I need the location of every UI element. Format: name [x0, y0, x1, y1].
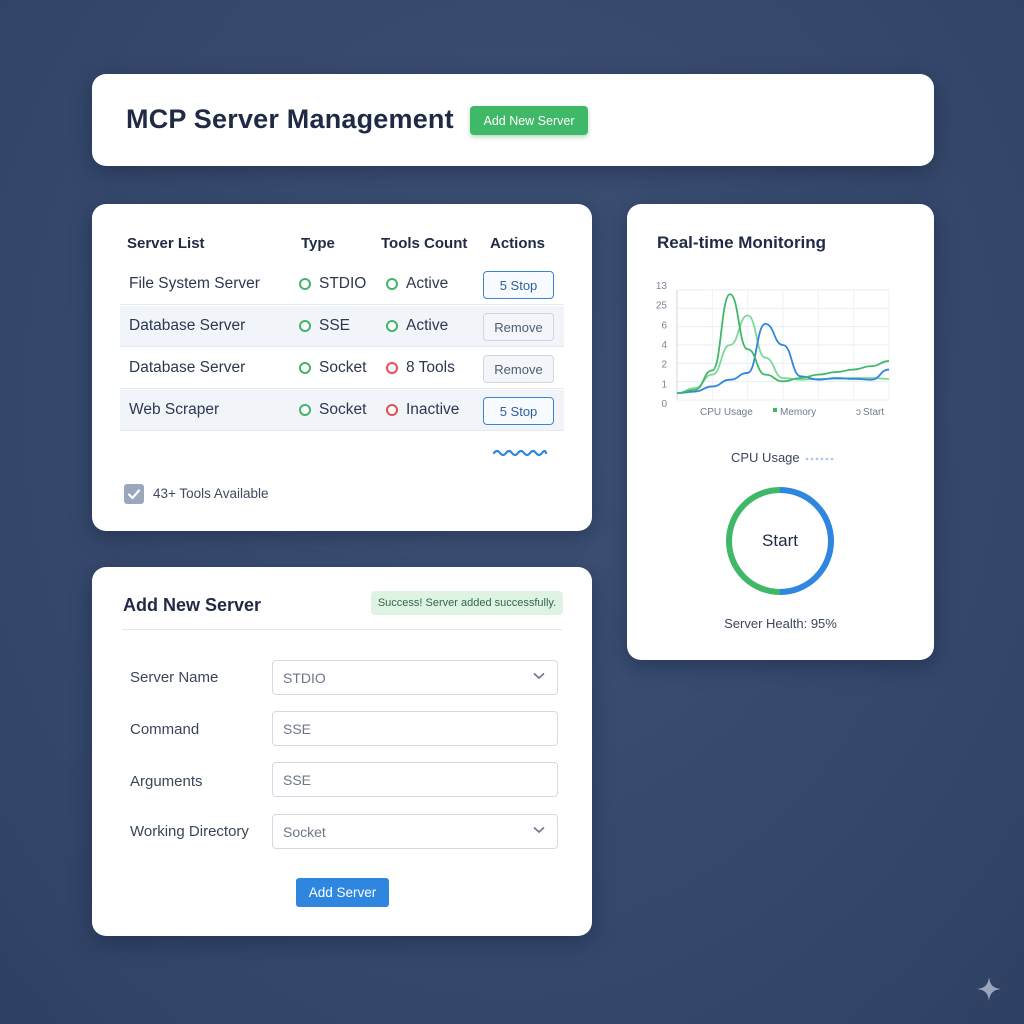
- gauge-label: CPU Usage: [731, 450, 800, 465]
- legend-marker: ɔ: [856, 407, 861, 418]
- server-type: STDIO: [319, 275, 367, 292]
- type-status-dot: [299, 404, 311, 416]
- server-status: Active: [406, 317, 449, 334]
- legend-label: Memory: [780, 407, 816, 418]
- chevron-down-icon: [533, 672, 545, 680]
- row-divider: [120, 388, 564, 389]
- server-type: Socket: [319, 359, 367, 376]
- page-title: MCP Server Management: [126, 104, 454, 134]
- working-directory-label: Working Directory: [130, 823, 249, 840]
- gauge-center-label[interactable]: Start: [724, 485, 836, 597]
- column-header-type: Type: [301, 235, 335, 252]
- y-tick-label: 4: [661, 340, 667, 351]
- y-tick-label: 0: [661, 399, 667, 410]
- tools-status-dot: [386, 404, 398, 416]
- server-status: Active: [406, 275, 449, 292]
- arguments-value: SSE: [283, 772, 312, 788]
- line-chart: 13 25 6 4 2 1 0 CPU Usage Memory ɔ Start: [656, 281, 890, 418]
- y-tick-label: 1: [661, 379, 667, 390]
- header-card: MCP Server Management Add New Server: [92, 74, 934, 166]
- legend-label: Start: [863, 407, 884, 418]
- table-row: Web Scraper Socket Inactive 5 Stop: [120, 390, 564, 431]
- type-status-dot: [299, 278, 311, 290]
- working-directory-value: Socket: [283, 824, 326, 840]
- command-value: SSE: [283, 721, 312, 737]
- success-toast: Success! Server added successfully.: [371, 591, 563, 615]
- table-row: File System Server STDIO Active 5 Stop: [120, 264, 564, 305]
- add-new-server-button[interactable]: Add New Server: [470, 106, 588, 135]
- sparkle-icon: [977, 977, 1001, 1001]
- server-name: Database Server: [129, 317, 246, 334]
- add-server-card: Add New Server Success! Server added suc…: [92, 567, 592, 936]
- y-tick-label: 25: [656, 301, 668, 312]
- column-header-server-list: Server List: [127, 235, 205, 252]
- ellipsis-icon: [805, 457, 834, 461]
- legend-swatch: [773, 408, 777, 412]
- stop-button[interactable]: 5 Stop: [483, 271, 554, 299]
- server-name-label: Server Name: [130, 669, 219, 686]
- type-status-dot: [299, 320, 311, 332]
- tools-available-label: 43+ Tools Available: [153, 486, 269, 501]
- server-list-card: Server List Type Tools Count Actions Fil…: [92, 204, 592, 531]
- column-header-actions: Actions: [490, 235, 546, 252]
- add-server-button[interactable]: Add Server: [296, 878, 389, 907]
- server-status: Inactive: [406, 401, 460, 418]
- table-row: Database Server Socket 8 Tools Remove: [120, 348, 564, 389]
- server-type: Socket: [319, 401, 367, 418]
- legend-label: CPU Usage: [700, 407, 753, 418]
- arguments-input[interactable]: SSE: [272, 762, 558, 797]
- table-row: Database Server SSE Active Remove: [120, 306, 564, 347]
- server-name: File System Server: [129, 275, 260, 292]
- server-name: Database Server: [129, 359, 246, 376]
- server-name-select[interactable]: STDIO: [272, 660, 558, 695]
- y-tick-label: 13: [656, 281, 668, 292]
- command-input[interactable]: SSE: [272, 711, 558, 746]
- loading-wave-icon: [492, 449, 548, 457]
- tools-status-dot: [386, 362, 398, 374]
- y-tick-label: 2: [661, 360, 667, 371]
- add-server-title: Add New Server: [123, 595, 262, 615]
- y-tick-label: 6: [661, 320, 667, 331]
- working-directory-select[interactable]: Socket: [272, 814, 558, 849]
- row-divider: [120, 430, 564, 431]
- chevron-down-icon: [533, 826, 545, 834]
- remove-button[interactable]: Remove: [483, 313, 554, 341]
- tools-available-checkbox[interactable]: [124, 484, 144, 504]
- command-label: Command: [130, 721, 200, 738]
- row-divider: [120, 346, 564, 347]
- section-divider: [122, 629, 562, 630]
- checkmark-icon: [127, 489, 141, 500]
- tools-status-dot: [386, 320, 398, 332]
- stop-button[interactable]: 5 Stop: [483, 397, 554, 425]
- column-header-tools-count: Tools Count: [381, 235, 468, 252]
- row-divider: [120, 304, 564, 305]
- tools-status-dot: [386, 278, 398, 290]
- server-name: Web Scraper: [129, 401, 220, 418]
- type-status-dot: [299, 362, 311, 374]
- server-health: Server Health: 95%: [724, 616, 837, 631]
- server-name-value: STDIO: [283, 670, 326, 686]
- server-status: 8 Tools: [406, 359, 455, 376]
- arguments-label: Arguments: [130, 773, 203, 790]
- server-type: SSE: [319, 317, 351, 334]
- remove-button[interactable]: Remove: [483, 355, 554, 383]
- monitoring-card: Real-time Monitoring 13 25 6 4 2 1 0 CPU Usage M…: [627, 204, 934, 660]
